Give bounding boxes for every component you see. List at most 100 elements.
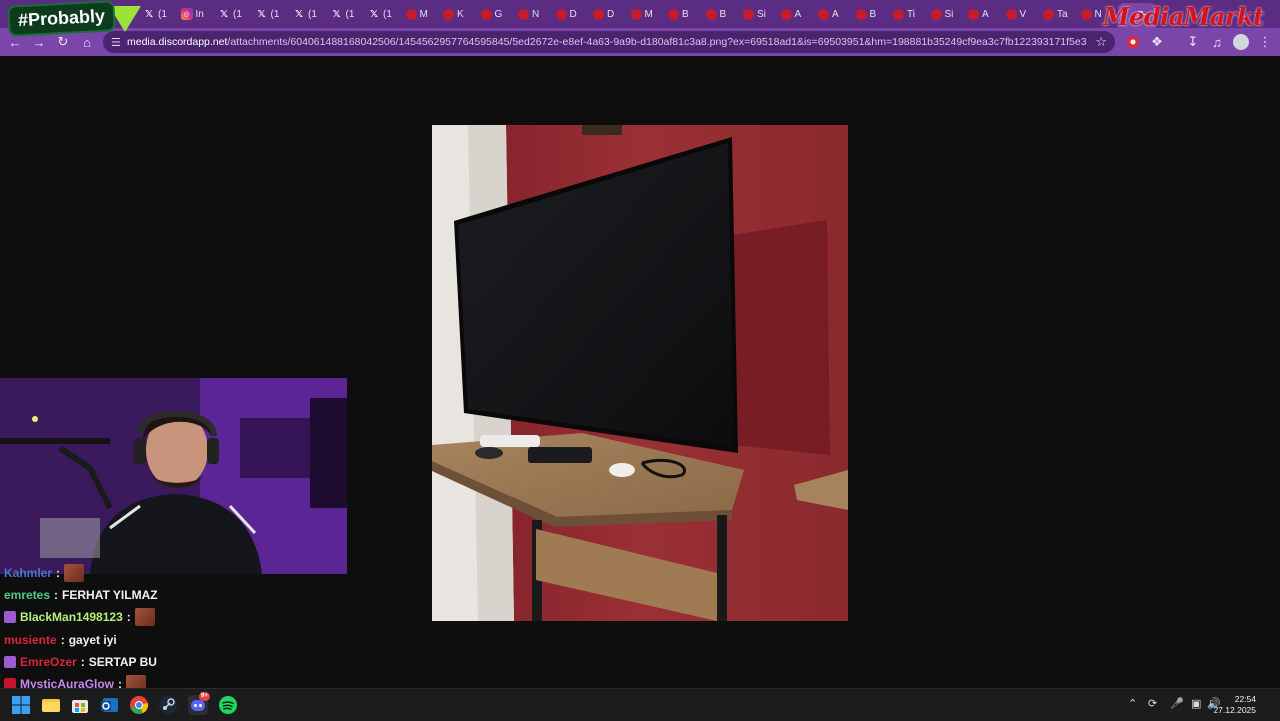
- browser-tab[interactable]: B: [668, 4, 700, 24]
- chat-badge-icon: [4, 611, 16, 623]
- display-icon[interactable]: ▣: [1191, 697, 1201, 710]
- chat-username: BlackMan1498123: [20, 610, 123, 624]
- microphone-icon[interactable]: 🎤: [1170, 697, 1184, 710]
- tab-label: Si: [757, 8, 766, 20]
- browser-tab[interactable]: Ti: [893, 4, 925, 24]
- tab-label: (1: [345, 8, 355, 20]
- bookmark-star-icon[interactable]: ☆: [1095, 34, 1107, 50]
- chat-username: EmreOzer: [20, 655, 77, 669]
- x-icon: 𝕏: [257, 8, 266, 20]
- chat-text: FERHAT YILMAZ: [62, 588, 158, 602]
- browser-tab[interactable]: K: [443, 4, 475, 24]
- chevron-up-icon[interactable]: ⌃: [1128, 697, 1137, 710]
- browser-tab[interactable]: 𝕏 (1: [293, 4, 325, 24]
- browser-toolbar: ← → ↻ ⌂ ☰ media.discordapp.net/attachmen…: [0, 28, 1280, 56]
- youtube-icon: [405, 8, 417, 20]
- tab-label: M: [644, 8, 653, 20]
- browser-tab[interactable]: D: [593, 4, 625, 24]
- tab-label: N: [1094, 8, 1102, 20]
- x-icon: 𝕏: [144, 8, 154, 20]
- chat-message: EmreOzer : SERTAP BU: [4, 652, 157, 672]
- extensions-puzzle-icon[interactable]: ❖: [1148, 33, 1166, 51]
- tab-label: N: [532, 8, 540, 20]
- browser-tab[interactable]: V: [1005, 4, 1038, 24]
- browser-tab[interactable]: Si: [930, 4, 963, 24]
- browser-tab[interactable]: ◎ In: [180, 4, 213, 24]
- browser-tab[interactable]: 𝕏 (1: [256, 4, 288, 24]
- stream-chat: Kahmler : emretes : FERHAT YILMAZ BlackM…: [0, 564, 360, 693]
- url-text[interactable]: media.discordapp.net/attachments/6040614…: [127, 36, 1087, 48]
- youtube-icon: [780, 8, 792, 20]
- youtube-icon: [443, 8, 454, 20]
- tab-label: (1: [308, 8, 317, 20]
- system-clock[interactable]: 22:54 27.12.2025: [1213, 694, 1256, 716]
- kebab-menu-icon[interactable]: ⋮: [1256, 33, 1274, 51]
- tab-label: D: [569, 8, 577, 20]
- chat-message: musiente : gayet iyi: [4, 633, 117, 647]
- browser-tab[interactable]: B: [705, 4, 738, 24]
- address-bar[interactable]: ☰ media.discordapp.net/attachments/60406…: [103, 31, 1115, 53]
- browser-tab[interactable]: B: [855, 4, 888, 24]
- youtube-icon: [893, 8, 904, 20]
- youtube-icon: [705, 8, 717, 20]
- x-icon: 𝕏: [369, 8, 379, 20]
- tab-label: B: [869, 8, 877, 20]
- chat-text: SERTAP BU: [88, 655, 157, 669]
- youtube-icon: [930, 8, 942, 20]
- browser-tab[interactable]: 𝕏 (1: [331, 4, 363, 24]
- browser-tab[interactable]: M: [630, 4, 663, 24]
- tab-label: Si: [944, 8, 954, 20]
- tab-label: In: [195, 8, 204, 20]
- chat-badge-icon: [4, 656, 16, 668]
- browser-tab[interactable]: A: [968, 4, 1000, 24]
- tab-label: Ti: [907, 8, 915, 20]
- browser-tab-strip: 𝕏 (1 ◎ In 𝕏 (1 𝕏 (1 𝕏 (1 𝕏 (1 𝕏 (1 M K G N D D M B B Si A A B Ti Si A…: [0, 0, 1280, 28]
- browser-tab[interactable]: M: [405, 4, 438, 24]
- sync-icon[interactable]: ⟳: [1148, 697, 1157, 710]
- extension-record-icon[interactable]: [1124, 33, 1142, 51]
- media-control-icon[interactable]: ♫: [1208, 33, 1226, 51]
- outlook-icon[interactable]: [100, 695, 120, 715]
- browser-tab[interactable]: G: [480, 4, 513, 24]
- forward-arrow-icon[interactable]: →: [30, 33, 48, 51]
- file-explorer-icon[interactable]: [41, 695, 61, 715]
- browser-tab[interactable]: Si: [743, 4, 775, 24]
- chat-text: gayet iyi: [68, 633, 117, 647]
- reload-icon[interactable]: ↻: [54, 33, 72, 51]
- browser-tab[interactable]: D: [555, 4, 588, 24]
- streamer-webcam: [0, 378, 347, 574]
- discord-notification-badge: 9+: [199, 692, 210, 701]
- browser-tab[interactable]: 𝕏 (1: [143, 4, 175, 24]
- home-icon[interactable]: ⌂: [78, 33, 96, 51]
- tab-label: B: [719, 8, 727, 20]
- clock-date: 27.12.2025: [1213, 705, 1256, 715]
- browser-tab[interactable]: 𝕏 (1: [218, 4, 250, 24]
- store-icon[interactable]: [70, 695, 90, 715]
- site-info-icon[interactable]: ☰: [111, 36, 127, 49]
- tab-label: (1: [158, 8, 167, 20]
- youtube-icon: [630, 8, 642, 20]
- browser-tab[interactable]: A: [780, 4, 813, 24]
- chat-username: emretes: [4, 588, 51, 602]
- browser-tab[interactable]: Ta: [1043, 4, 1075, 24]
- youtube-icon: [743, 8, 754, 20]
- tab-label: B: [682, 8, 689, 20]
- youtube-icon: [593, 8, 604, 20]
- discord-icon[interactable]: 9+: [188, 692, 210, 715]
- tab-label: G: [494, 8, 503, 20]
- chrome-icon[interactable]: [129, 695, 149, 715]
- download-icon[interactable]: ↧: [1184, 33, 1202, 51]
- tab-label: A: [832, 8, 839, 20]
- x-icon: 𝕏: [294, 8, 304, 20]
- youtube-icon: [555, 8, 567, 20]
- tv-photo[interactable]: [432, 125, 848, 621]
- profile-avatar-icon[interactable]: [1232, 33, 1250, 51]
- tab-label: A: [794, 8, 802, 20]
- spotify-icon[interactable]: [218, 695, 238, 715]
- steam-icon[interactable]: [158, 695, 178, 715]
- windows-start-icon[interactable]: [11, 695, 31, 715]
- browser-tab[interactable]: 𝕏 (1: [368, 4, 400, 24]
- browser-tab[interactable]: N: [518, 4, 550, 24]
- tab-label: V: [1019, 8, 1027, 20]
- browser-tab[interactable]: A: [818, 4, 850, 24]
